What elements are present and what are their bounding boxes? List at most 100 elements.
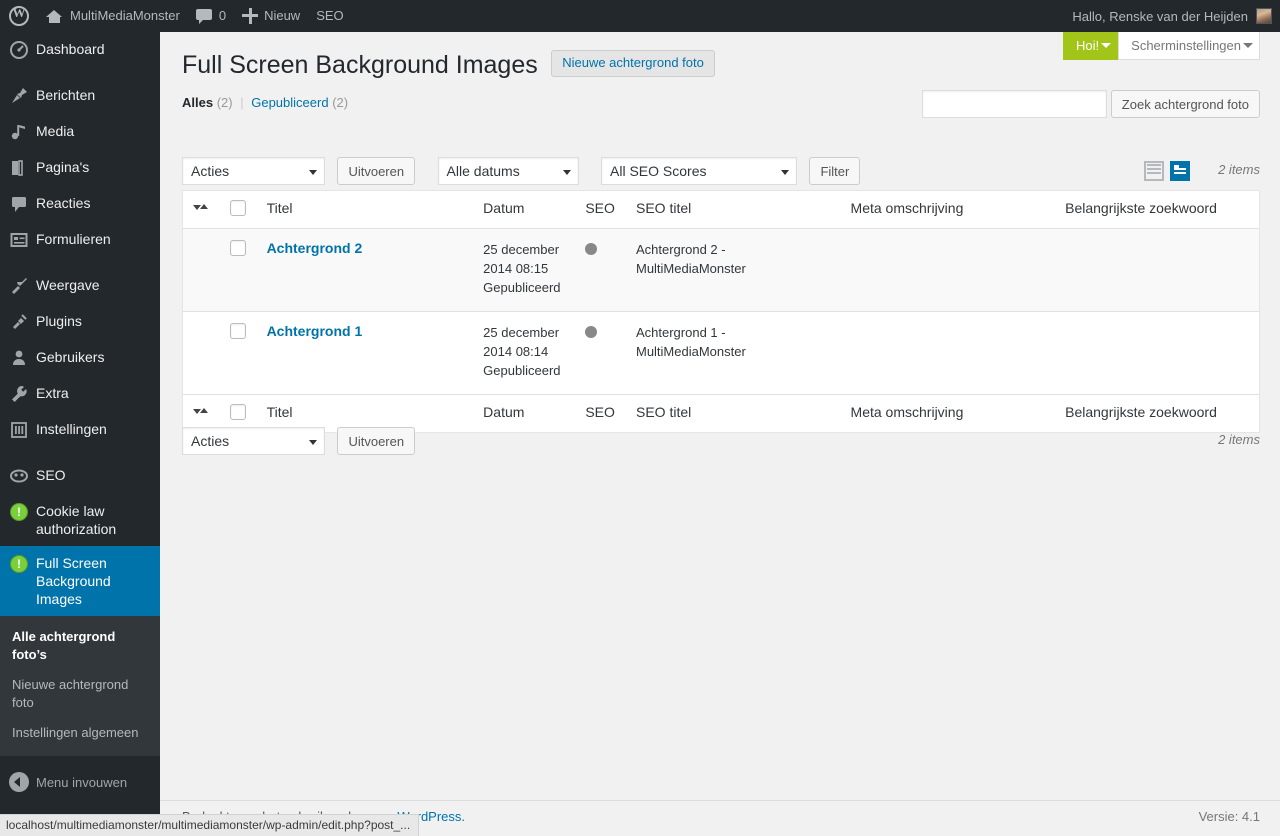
bulk-action-select-top[interactable]: Acties xyxy=(182,157,325,185)
sidebar-label: Cookie law authorization xyxy=(36,503,117,537)
sort-arrows-icon xyxy=(193,201,209,213)
seo-icon xyxy=(9,466,29,486)
sidebar-item-gebruikers[interactable]: Gebruikers xyxy=(0,340,160,376)
seo-score-filter-select[interactable]: All SEO Scores xyxy=(601,157,797,185)
filter-button[interactable]: Filter xyxy=(809,157,861,185)
excerpt-view-icon[interactable] xyxy=(1170,161,1190,181)
pin-icon xyxy=(9,86,29,106)
date-line-2: 2014 08:14 xyxy=(483,344,549,359)
collapse-menu-button[interactable]: Menu invouwen xyxy=(0,762,160,802)
chevron-down-icon xyxy=(781,170,789,175)
post-title-link[interactable]: Achtergrond 1 xyxy=(267,323,363,339)
row-meta-description-cell xyxy=(841,312,1056,395)
sidebar-label: Pagina's xyxy=(36,159,90,175)
adminbar-seo-menu[interactable]: SEO xyxy=(308,0,351,32)
bulk-apply-button-top[interactable]: Uitvoeren xyxy=(337,157,416,185)
comment-icon xyxy=(9,194,29,214)
search-box: Zoek achtergrond foto xyxy=(921,90,1260,118)
bulk-apply-button-bottom[interactable]: Uitvoeren xyxy=(337,427,416,455)
sidebar-item-reacties[interactable]: Reacties xyxy=(0,186,160,222)
sidebar-item-weergave[interactable]: Weergave xyxy=(0,268,160,304)
sidebar-divider xyxy=(0,448,160,458)
table-row: Achtergrond 2 25 december 2014 08:15 Gep… xyxy=(182,228,1260,312)
seo-title-line-1: Achtergrond 1 - xyxy=(635,325,726,340)
account-menu[interactable]: Hallo, Renske van der Heijden xyxy=(1072,0,1280,32)
main-content: Hoi! Scherminstellingen Full Screen Back… xyxy=(160,32,1280,836)
plus-icon xyxy=(242,8,259,24)
row-checkbox[interactable] xyxy=(229,240,246,256)
admin-sidebar: Dashboard Berichten Media Pagina's React… xyxy=(0,32,168,836)
new-content-menu[interactable]: Nieuw xyxy=(234,0,308,32)
sidebar-label: Berichten xyxy=(36,87,96,103)
row-seo-cell xyxy=(575,312,626,395)
wordpress-logo-menu[interactable] xyxy=(0,0,38,32)
date-line-2: 2014 08:15 xyxy=(483,261,549,276)
sidebar-item-instellingen[interactable]: Instellingen xyxy=(0,412,160,448)
sidebar-item-berichten[interactable]: Berichten xyxy=(0,78,160,114)
sidebar-label: Plugins xyxy=(36,313,82,329)
row-spacer xyxy=(183,229,220,312)
column-header-meta-description-top[interactable]: Meta omschrijving xyxy=(840,190,1056,229)
submenu-item-alle-achtergrond-fotos[interactable]: Alle achtergrond foto’s xyxy=(0,622,160,670)
filter-link-published[interactable]: Gepubliceerd xyxy=(251,95,328,110)
row-seo-title-cell: Achtergrond 2 - MultiMediaMonster xyxy=(626,229,841,312)
row-title-cell: Achtergrond 1 xyxy=(257,312,474,395)
sidebar-item-cookie-law-authorization[interactable]: Cookie law authorization xyxy=(0,494,160,546)
post-title-link[interactable]: Achtergrond 2 xyxy=(267,240,363,256)
add-new-button[interactable]: Nieuwe achtergrond foto xyxy=(551,50,715,77)
comment-bubble-icon xyxy=(195,9,212,24)
sort-toggle-header-top[interactable] xyxy=(182,190,220,229)
sidebar-label: Weergave xyxy=(36,277,100,293)
date-filter-select[interactable]: Alle datums xyxy=(437,157,579,185)
filter-link-all[interactable]: Alles xyxy=(182,95,213,110)
row-checkbox[interactable] xyxy=(229,323,246,339)
sidebar-item-full-screen-background-images[interactable]: Full Screen Background Images xyxy=(0,546,168,616)
sidebar-item-extra[interactable]: Extra xyxy=(0,376,160,412)
sidebar-item-dashboard[interactable]: Dashboard xyxy=(0,32,160,68)
site-name-menu[interactable]: MultiMediaMonster xyxy=(38,0,188,32)
search-submit-button[interactable]: Zoek achtergrond foto xyxy=(1110,90,1260,118)
dashboard-icon xyxy=(9,40,29,60)
table-body: Achtergrond 2 25 december 2014 08:15 Gep… xyxy=(182,228,1260,395)
select-all-header-top xyxy=(219,190,257,229)
table-row: Achtergrond 1 25 december 2014 08:14 Gep… xyxy=(182,312,1260,395)
row-spacer xyxy=(183,312,220,395)
page-header: Full Screen Background Images Nieuwe ach… xyxy=(182,48,1260,82)
new-content-label: Nieuw xyxy=(264,8,301,23)
list-view-icon[interactable] xyxy=(1144,161,1164,181)
sidebar-item-media[interactable]: Media xyxy=(0,114,160,150)
sidebar-label: Gebruikers xyxy=(36,349,105,365)
forms-icon xyxy=(9,230,29,250)
media-icon xyxy=(9,122,29,142)
sidebar-label: Reacties xyxy=(36,195,91,211)
seo-title-line-1: Achtergrond 2 - xyxy=(635,242,726,257)
search-input[interactable] xyxy=(921,90,1107,118)
column-header-title-top[interactable]: Titel xyxy=(256,190,474,229)
sort-arrows-icon xyxy=(193,405,209,417)
comments-menu[interactable]: 0 xyxy=(188,0,234,32)
sidebar-label: Full Screen Background Images xyxy=(36,555,111,607)
sidebar-item-formulieren[interactable]: Formulieren xyxy=(0,222,160,258)
sidebar-item-seo[interactable]: SEO xyxy=(0,458,160,494)
sidebar-item-plugins[interactable]: Plugins xyxy=(0,304,160,340)
select-all-checkbox-bottom[interactable] xyxy=(229,404,246,420)
items-count-bottom: 2 items xyxy=(1218,432,1260,447)
column-header-seo-top[interactable]: SEO xyxy=(575,190,626,229)
info-circle-icon xyxy=(9,502,29,522)
row-focus-keyword-cell xyxy=(1055,229,1259,312)
seo-title-line-2: MultiMediaMonster xyxy=(635,344,746,359)
sidebar-item-paginas[interactable]: Pagina's xyxy=(0,150,160,186)
submenu-item-instellingen-algemeen[interactable]: Instellingen algemeen xyxy=(0,718,160,748)
column-header-seo-title-top[interactable]: SEO titel xyxy=(625,190,841,229)
bulk-action-select-bottom[interactable]: Acties xyxy=(182,427,325,455)
site-name-label: MultiMediaMonster xyxy=(70,8,180,23)
sidebar-label: Dashboard xyxy=(36,41,105,57)
row-date-cell: 25 december 2014 08:14 Gepubliceerd xyxy=(473,312,575,395)
row-date-cell: 25 december 2014 08:15 Gepubliceerd xyxy=(473,229,575,312)
select-all-checkbox-top[interactable] xyxy=(229,200,246,216)
column-header-focus-keyword-top[interactable]: Belangrijkste zoekwoord xyxy=(1055,190,1260,229)
home-icon xyxy=(46,9,63,24)
table-header-row: Titel Datum SEO SEO titel Meta omschrijv… xyxy=(182,190,1260,229)
column-header-date-top[interactable]: Datum xyxy=(473,190,576,229)
submenu-item-nieuwe-achtergrond-foto[interactable]: Nieuwe achtergrond foto xyxy=(0,670,160,718)
